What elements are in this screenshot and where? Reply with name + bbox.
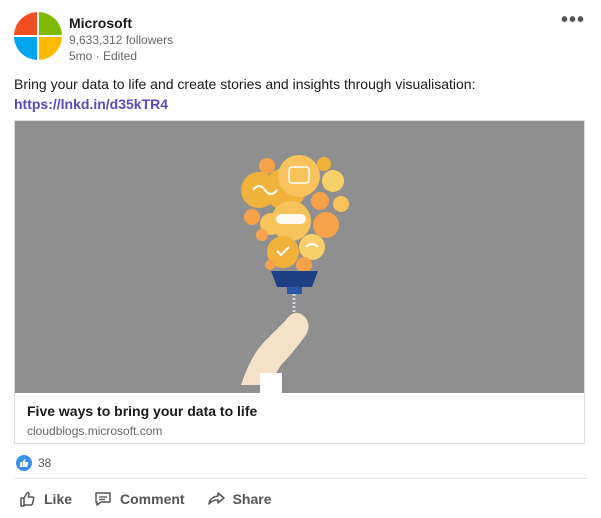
- comment-label: Comment: [120, 491, 185, 507]
- more-options-button[interactable]: •••: [561, 10, 585, 30]
- share-label: Share: [232, 491, 272, 507]
- author-name[interactable]: Microsoft: [69, 14, 173, 32]
- thumbs-up-outline-icon: [20, 491, 35, 507]
- post-body: Bring your data to life and create stori…: [14, 74, 589, 114]
- reaction-summary[interactable]: 38: [16, 455, 51, 471]
- like-label: Like: [44, 491, 73, 507]
- post-actions: Like Comment Share: [14, 486, 290, 512]
- microsoft-logo[interactable]: [14, 12, 62, 60]
- reaction-count: 38: [38, 456, 52, 470]
- follower-count: 9,633,312 followers: [69, 33, 174, 47]
- card-domain: cloudblogs.microsoft.com: [27, 424, 163, 438]
- card-illustration[interactable]: [15, 121, 584, 393]
- post-header: Microsoft 9,633,312 followers 5mo · Edit…: [14, 10, 589, 64]
- share-button[interactable]: Share: [203, 487, 276, 511]
- share-icon: [207, 492, 225, 505]
- comment-icon: [95, 492, 111, 506]
- link-preview-card[interactable]: Five ways to bring your data to life clo…: [14, 120, 585, 444]
- thumbs-up-icon: [16, 455, 32, 471]
- post-text: Bring your data to life and create stori…: [14, 76, 476, 92]
- divider: [14, 478, 587, 479]
- comment-button[interactable]: Comment: [90, 487, 189, 511]
- author-info: Microsoft 9,633,312 followers 5mo · Edit…: [69, 14, 173, 64]
- data-bubbles-illustration: [241, 155, 349, 273]
- card-title[interactable]: Five ways to bring your data to life: [27, 403, 257, 419]
- post-link[interactable]: https://lnkd.in/d35kTR4: [14, 94, 168, 114]
- post-timestamp: 5mo · Edited: [69, 49, 138, 63]
- like-button[interactable]: Like: [14, 487, 76, 511]
